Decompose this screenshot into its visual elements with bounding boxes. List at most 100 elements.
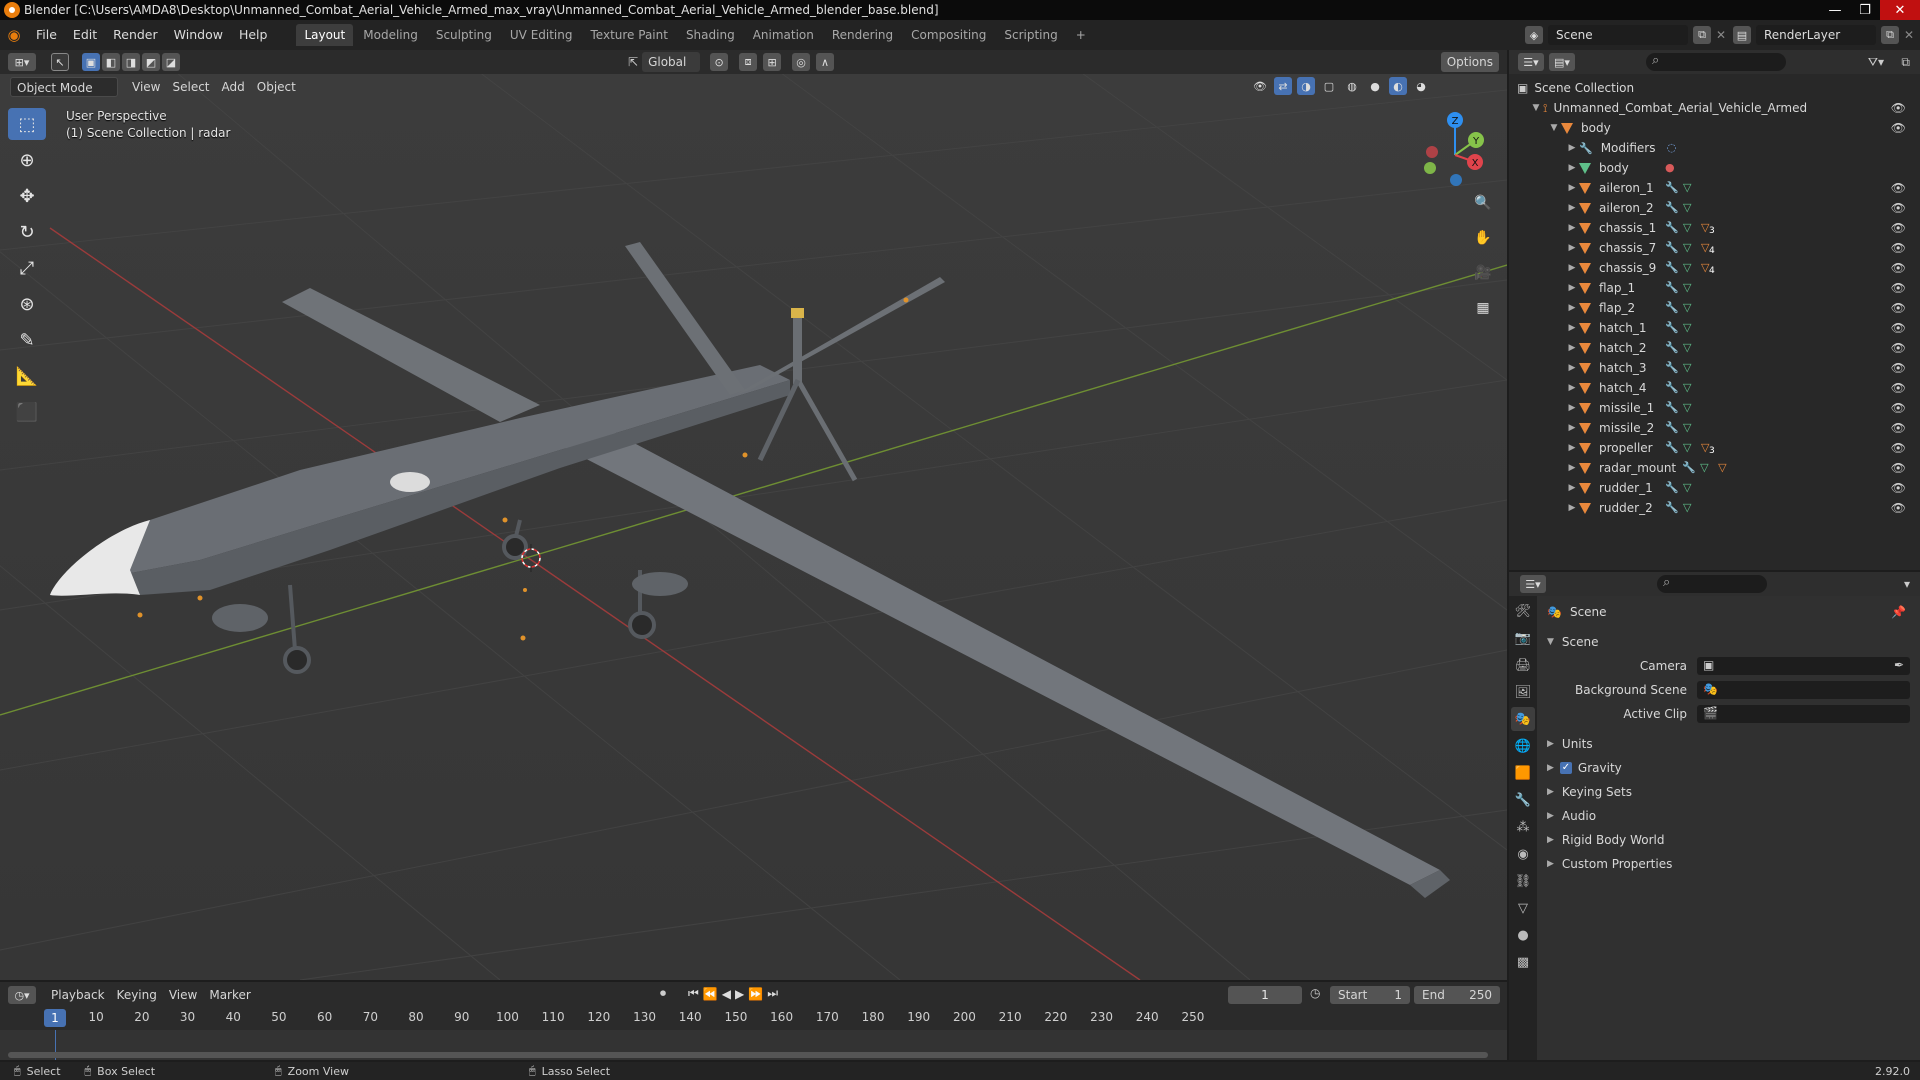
current-frame-field[interactable]: 1 — [1228, 986, 1302, 1004]
menu-edit[interactable]: Edit — [65, 20, 105, 50]
pin-icon[interactable]: 📌 — [1891, 605, 1906, 619]
visibility-eye-icon[interactable]: 👁 — [1891, 421, 1906, 435]
select-mode-set-icon[interactable]: ▣ — [82, 53, 100, 71]
modifier-wrench-icon[interactable]: 🔧 — [1665, 242, 1679, 254]
modifier-wrench-icon[interactable]: 🔧 — [1665, 422, 1679, 434]
tab-sculpting[interactable]: Sculpting — [428, 24, 500, 46]
modifier-wrench-icon[interactable]: 🔧 — [1665, 482, 1679, 494]
add-menu[interactable]: Add — [216, 77, 251, 97]
keying-menu[interactable]: Keying — [111, 985, 163, 1005]
frame-cursor[interactable]: 1 — [44, 1009, 66, 1027]
expand-arrow-icon[interactable]: ▶ — [1565, 283, 1579, 293]
transform-orientation-dropdown[interactable]: Global — [642, 52, 701, 72]
modifier-icon[interactable]: ◌ — [1667, 142, 1679, 154]
camera-view-icon[interactable]: 🎥 — [1470, 260, 1496, 286]
material-icon[interactable]: ● — [1665, 162, 1677, 174]
modifier-wrench-icon[interactable]: 🔧 — [1665, 202, 1679, 214]
transform-tool-icon[interactable]: ⊛ — [8, 288, 46, 320]
properties-editor-type-icon[interactable]: ☰▾ — [1520, 575, 1546, 593]
end-frame-field[interactable]: End 250 — [1414, 986, 1500, 1004]
expand-arrow-icon[interactable]: ▶ — [1565, 183, 1579, 193]
outliner-parent-row[interactable]: ▼ body 👁 — [1509, 118, 1920, 138]
start-frame-field[interactable]: Start 1 — [1330, 986, 1410, 1004]
timeline-track-area[interactable] — [0, 1030, 1507, 1060]
visibility-eye-icon[interactable]: 👁 — [1891, 221, 1906, 235]
object-menu[interactable]: Object — [251, 77, 302, 97]
expand-arrow-icon[interactable]: ▶ — [1565, 323, 1579, 333]
outliner-item-rudder-2[interactable]: ▶ rudder_2 🔧 ▽ 👁 — [1509, 498, 1920, 518]
outliner-item-hatch-2[interactable]: ▶ hatch_2 🔧 ▽ 👁 — [1509, 338, 1920, 358]
select-box-tool-icon[interactable]: ⬚ — [8, 108, 46, 140]
menu-file[interactable]: File — [28, 20, 65, 50]
object-tab-icon[interactable]: 🟧 — [1511, 761, 1535, 785]
menu-help[interactable]: Help — [231, 20, 276, 50]
visibility-eye-icon[interactable]: 👁 — [1891, 381, 1906, 395]
background-scene-field[interactable]: 🎭 — [1697, 681, 1910, 699]
tab-shading[interactable]: Shading — [678, 24, 743, 46]
visibility-eye-icon[interactable]: 👁 — [1891, 361, 1906, 375]
visibility-eye-icon[interactable]: 👁 — [1891, 261, 1906, 275]
mesh-data-icon[interactable]: ▽ — [1683, 242, 1695, 254]
scene-tab-icon[interactable]: 🎭 — [1511, 707, 1535, 731]
outliner-item-aileron-2[interactable]: ▶ aileron_2 🔧 ▽ 👁 — [1509, 198, 1920, 218]
menu-render[interactable]: Render — [105, 20, 166, 50]
audio-panel-header[interactable]: ▶ Audio — [1537, 804, 1920, 828]
outliner-item-hatch-1[interactable]: ▶ hatch_1 🔧 ▽ 👁 — [1509, 318, 1920, 338]
tab-animation[interactable]: Animation — [745, 24, 822, 46]
expand-arrow-icon[interactable]: ▶ — [1565, 363, 1579, 373]
preview-range-icon[interactable]: ◷ — [1310, 986, 1320, 1000]
modifier-wrench-icon[interactable]: 🔧 — [1665, 262, 1679, 274]
output-tab-icon[interactable]: 🖨 — [1511, 653, 1535, 677]
gizmo-y-label[interactable]: Y — [1472, 136, 1480, 147]
snap-icon[interactable]: ⧈ — [739, 53, 758, 71]
material-tab-icon[interactable]: ● — [1511, 923, 1535, 947]
expand-arrow-icon[interactable]: ▶ — [1565, 423, 1579, 433]
timeline-scrollbar[interactable] — [8, 1052, 1488, 1058]
object-mode-dropdown[interactable]: Object Mode — [10, 77, 118, 97]
editor-type-icon[interactable]: ⊞▾ — [8, 53, 36, 71]
select-mode-invert-icon[interactable]: ◩ — [142, 53, 160, 71]
modifier-wrench-icon[interactable]: 🔧 — [1665, 382, 1679, 394]
expand-arrow-icon[interactable]: ▶ — [1565, 503, 1579, 513]
play-icon[interactable]: ▶ — [735, 987, 744, 1001]
mesh-data-icon[interactable]: ▽ — [1683, 262, 1695, 274]
tool-tab-icon[interactable]: 🛠 — [1511, 599, 1535, 623]
modifier-wrench-icon[interactable]: 🔧 — [1665, 182, 1679, 194]
expand-arrow-icon[interactable]: ▶ — [1547, 835, 1554, 845]
expand-arrow-icon[interactable]: ▶ — [1565, 223, 1579, 233]
outliner-editor-type-icon[interactable]: ☰▾ — [1518, 53, 1544, 71]
mesh-data-icon[interactable]: ▽ — [1683, 282, 1695, 294]
prev-keyframe-icon[interactable]: ⏪ — [703, 987, 718, 1001]
maximize-button[interactable]: ❐ — [1850, 0, 1880, 20]
visibility-eye-icon[interactable]: 👁 — [1891, 321, 1906, 335]
menu-window[interactable]: Window — [166, 20, 231, 50]
world-tab-icon[interactable]: 🌐 — [1511, 734, 1535, 758]
outliner-item-modifiers[interactable]: ▶ 🔧 Modifiers ◌ — [1509, 138, 1920, 158]
new-scene-icon[interactable]: ⧉ — [1693, 26, 1711, 44]
mesh-data-icon[interactable]: ▽ — [1683, 442, 1695, 454]
visibility-eye-icon[interactable]: 👁 — [1891, 181, 1906, 195]
tab-texture-paint[interactable]: Texture Paint — [583, 24, 676, 46]
add-workspace-button[interactable]: + — [1068, 24, 1094, 46]
tab-compositing[interactable]: Compositing — [903, 24, 994, 46]
expand-arrow-icon[interactable]: ▶ — [1565, 343, 1579, 353]
gizmo-x-label[interactable]: X — [1472, 158, 1479, 169]
particles-tab-icon[interactable]: ⁂ — [1511, 815, 1535, 839]
outliner-scene-collection[interactable]: ▣ Scene Collection — [1509, 78, 1920, 98]
view-menu[interactable]: View — [126, 77, 166, 97]
modifier-wrench-icon[interactable]: 🔧 — [1665, 442, 1679, 454]
solid-shading-icon[interactable]: ● — [1366, 77, 1384, 95]
expand-arrow-icon[interactable]: ▶ — [1565, 383, 1579, 393]
outliner-item-hatch-4[interactable]: ▶ hatch_4 🔧 ▽ 👁 — [1509, 378, 1920, 398]
outliner-item-flap-2[interactable]: ▶ flap_2 🔧 ▽ 👁 — [1509, 298, 1920, 318]
tab-layout[interactable]: Layout — [296, 24, 354, 46]
modifier-tab-icon[interactable]: 🔧 — [1511, 788, 1535, 812]
visibility-eye-icon[interactable]: 👁 — [1891, 121, 1906, 135]
active-clip-field[interactable]: 🎬 — [1697, 705, 1910, 723]
gravity-panel-header[interactable]: ▶ ✓ Gravity — [1537, 756, 1920, 780]
proportional-falloff-icon[interactable]: ∧ — [816, 53, 835, 71]
display-mode-icon[interactable]: ▤▾ — [1549, 53, 1575, 71]
visibility-eye-icon[interactable]: 👁 — [1891, 461, 1906, 475]
visibility-eye-icon[interactable]: 👁 — [1891, 501, 1906, 515]
add-cube-tool-icon[interactable]: ⬛ — [8, 396, 46, 428]
